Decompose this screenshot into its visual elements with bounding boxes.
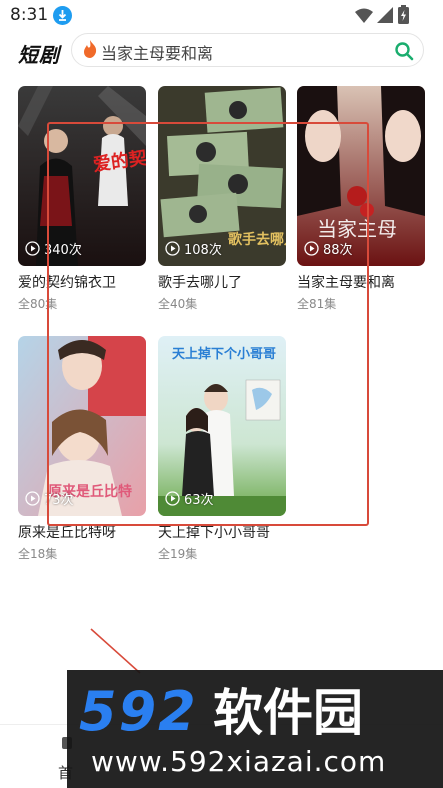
play-count: 340次 [25, 239, 82, 258]
play-icon [304, 241, 319, 256]
drama-poster[interactable]: 当家主母 88次 [297, 86, 425, 266]
brand-logo: 短剧 [18, 43, 60, 67]
drama-title[interactable]: 歌手去哪儿了 [158, 272, 298, 292]
watermark: 592 软件园 www.592xiazai.com [67, 670, 443, 788]
status-time: 8:31 [10, 5, 49, 25]
play-icon [25, 241, 40, 256]
drama-title[interactable]: 原来是丘比特呀 [18, 522, 158, 542]
play-count: 73次 [25, 489, 74, 508]
status-bar: 8:31 [0, 0, 443, 32]
watermark-url: www.592xiazai.com [91, 745, 387, 778]
poster-text: 歌手去哪儿了 [228, 231, 286, 248]
drama-episodes: 全81集 [297, 297, 337, 311]
play-count-text: 108次 [184, 243, 222, 258]
play-count-text: 73次 [44, 493, 74, 508]
play-count-text: 340次 [44, 243, 82, 258]
drama-poster[interactable]: 歌手去哪儿了 108次 [158, 86, 286, 266]
drama-poster[interactable]: 天上掉下个小哥哥 63次 [158, 336, 286, 516]
search-input[interactable]: 当家主母要和离 [101, 40, 213, 64]
drama-poster[interactable]: 爱的契约锦衣卫 340次 [18, 86, 146, 266]
play-count-text: 63次 [184, 493, 214, 508]
drama-episodes: 全40集 [158, 297, 198, 311]
watermark-logo: 592 软件园 [79, 680, 363, 742]
search-icon[interactable] [394, 41, 414, 61]
poster-text: 天上掉下个小哥哥 [172, 346, 276, 362]
play-count-text: 88次 [323, 243, 353, 258]
drama-episodes: 全18集 [18, 547, 58, 561]
poster-text: 当家主母 [317, 217, 397, 241]
fire-icon [84, 40, 97, 58]
svg-text:软件园: 软件园 [213, 684, 363, 742]
svg-text:592: 592 [79, 680, 198, 742]
drama-title[interactable]: 当家主母要和离 [297, 272, 437, 292]
drama-episodes: 全80集 [18, 297, 58, 311]
wifi-icon [355, 8, 373, 23]
drama-poster[interactable]: 原来是丘比特 73次 [18, 336, 146, 516]
play-icon [165, 241, 180, 256]
play-icon [165, 491, 180, 506]
header: 短剧 当家主母要和离 [0, 32, 443, 72]
play-icon [25, 491, 40, 506]
search-box[interactable]: 当家主母要和离 [71, 33, 424, 67]
drama-episodes: 全19集 [158, 547, 198, 561]
download-icon [53, 6, 72, 25]
play-count: 108次 [165, 239, 222, 258]
drama-title[interactable]: 爱的契约锦衣卫 [18, 272, 158, 292]
play-count: 88次 [304, 239, 353, 258]
play-count: 63次 [165, 489, 214, 508]
signal-icon [377, 7, 393, 23]
drama-title[interactable]: 天上掉下小小哥哥 [158, 522, 298, 542]
battery-icon [398, 5, 409, 24]
